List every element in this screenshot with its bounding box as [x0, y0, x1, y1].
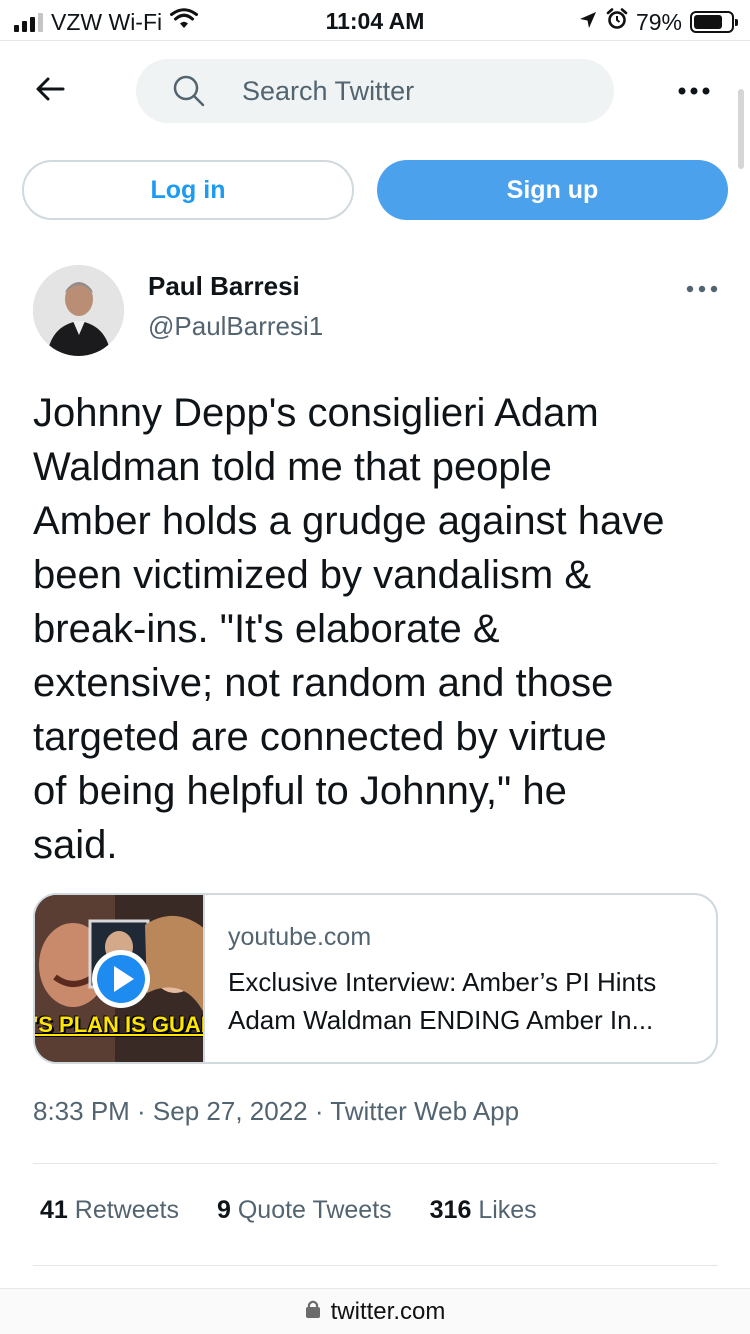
lock-icon	[305, 1298, 321, 1326]
tweet-text: Johnny Depp's consiglieri Adam Waldman t…	[33, 391, 665, 867]
top-navigation-bar	[0, 40, 750, 169]
login-button[interactable]: Log in	[22, 160, 354, 220]
avatar[interactable]	[33, 265, 124, 356]
signup-button[interactable]: Sign up	[377, 160, 728, 220]
link-card[interactable]: 'S PLAN IS GUARANTEI youtube.com Exclusi…	[33, 893, 718, 1064]
alarm-icon	[606, 8, 628, 36]
divider	[33, 1265, 718, 1266]
quote-tweets-count: 9	[216, 1196, 231, 1224]
back-button[interactable]	[28, 69, 72, 113]
quote-tweets-label: Quote Tweets	[237, 1196, 392, 1224]
divider	[33, 1163, 718, 1164]
tweet-more-button[interactable]	[684, 279, 720, 299]
thumbnail-caption: 'S PLAN IS GUARANTEI	[35, 1013, 203, 1037]
likes-label: Likes	[478, 1196, 537, 1224]
author-name[interactable]: Paul Barresi	[148, 271, 300, 302]
browser-url-bar[interactable]: twitter.com	[0, 1288, 750, 1334]
author-handle[interactable]: @PaulBarresi1	[148, 311, 323, 342]
card-title: Exclusive Interview: Amber’s PI Hints Ad…	[228, 967, 657, 1035]
card-domain: youtube.com	[228, 923, 372, 951]
more-horizontal-icon	[677, 82, 711, 100]
more-horizontal-icon	[686, 280, 718, 298]
tweet-stats: 41 Retweets 9 Quote Tweets 316 Likes	[40, 1196, 537, 1225]
retweets-stat[interactable]: 41 Retweets	[40, 1196, 179, 1225]
video-thumbnail[interactable]: 'S PLAN IS GUARANTEI	[35, 895, 205, 1062]
more-options-button[interactable]	[672, 75, 716, 107]
battery-percent: 79%	[635, 8, 682, 35]
status-bar: VZW Wi-Fi 11:04 AM 79%	[0, 0, 750, 40]
likes-count: 316	[429, 1196, 472, 1224]
search-box[interactable]	[136, 59, 614, 123]
quote-tweets-stat[interactable]: 9 Quote Tweets	[217, 1196, 392, 1225]
retweets-label: Retweets	[74, 1196, 179, 1224]
search-icon	[172, 73, 208, 109]
tweet-timestamp[interactable]: 8:33 PM · Sep 27, 2022 · Twitter Web App	[33, 1096, 519, 1127]
retweets-count: 41	[40, 1196, 68, 1224]
status-right: 79%	[578, 8, 738, 36]
likes-stat[interactable]: 316 Likes	[430, 1196, 537, 1225]
arrow-left-icon	[35, 76, 65, 107]
scrollbar[interactable]	[738, 89, 744, 169]
location-arrow-icon	[578, 9, 598, 36]
battery-icon	[690, 11, 738, 33]
url-text: twitter.com	[330, 1297, 446, 1325]
search-input[interactable]	[242, 75, 582, 107]
